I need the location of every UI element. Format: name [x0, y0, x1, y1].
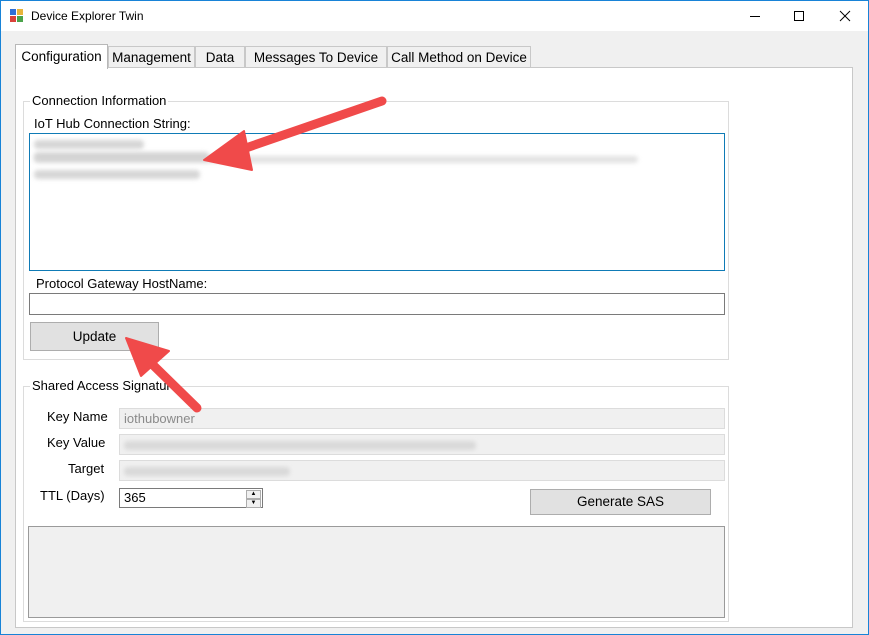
shared-access-signature-label: Shared Access Signature: [30, 378, 180, 393]
target-field[interactable]: [119, 460, 725, 481]
protocol-gateway-label: Protocol Gateway HostName:: [36, 276, 208, 291]
tab-configuration[interactable]: Configuration: [15, 44, 108, 69]
blurred-text-line: [124, 467, 290, 476]
maximize-icon: [794, 11, 804, 21]
blurred-text-line: [124, 441, 476, 450]
update-button[interactable]: Update: [30, 322, 159, 351]
shared-access-signature-group: Shared Access Signature Key Name iothubo…: [23, 378, 729, 622]
blurred-text-line: [34, 170, 200, 179]
ttl-days-label: TTL (Days): [40, 488, 105, 503]
spin-up-icon[interactable]: ▲: [246, 490, 261, 499]
generate-sas-button[interactable]: Generate SAS: [530, 489, 711, 515]
sas-output-textbox[interactable]: [28, 526, 725, 618]
protocol-gateway-input[interactable]: [29, 293, 725, 315]
spin-down-icon[interactable]: ▼: [246, 499, 261, 508]
ttl-days-input[interactable]: 365 ▲ ▼: [119, 488, 263, 508]
window-title: Device Explorer Twin: [31, 9, 144, 23]
title-bar[interactable]: Device Explorer Twin: [1, 1, 868, 31]
connection-string-input[interactable]: [29, 133, 725, 271]
connection-string-label: IoT Hub Connection String:: [34, 116, 191, 131]
maximize-button[interactable]: [776, 1, 822, 31]
blurred-text-line: [34, 140, 144, 149]
app-window: Device Explorer Twin Configuration Manag…: [0, 0, 869, 635]
connection-information-label: Connection Information: [30, 93, 169, 108]
tab-messages-to-device[interactable]: Messages To Device: [245, 46, 387, 67]
key-value-label: Key Value: [47, 435, 106, 450]
key-value-field[interactable]: [119, 434, 725, 455]
minimize-icon: [750, 16, 760, 17]
key-name-field[interactable]: iothubowner: [119, 408, 725, 429]
app-icon: [10, 9, 23, 22]
key-name-label: Key Name: [47, 409, 108, 424]
minimize-button[interactable]: [732, 1, 778, 31]
tab-call-method-on-device[interactable]: Call Method on Device: [387, 46, 531, 67]
tab-management[interactable]: Management: [108, 46, 195, 67]
close-icon: [839, 10, 851, 22]
blurred-text-line: [34, 156, 638, 163]
configuration-panel: Connection Information IoT Hub Connectio…: [15, 67, 853, 628]
target-label: Target: [68, 461, 105, 476]
ttl-spinner[interactable]: ▲ ▼: [246, 490, 261, 508]
connection-information-group: Connection Information IoT Hub Connectio…: [23, 93, 729, 360]
close-button[interactable]: [822, 1, 868, 31]
ttl-days-value: 365: [124, 490, 146, 505]
tab-data[interactable]: Data: [195, 46, 245, 67]
